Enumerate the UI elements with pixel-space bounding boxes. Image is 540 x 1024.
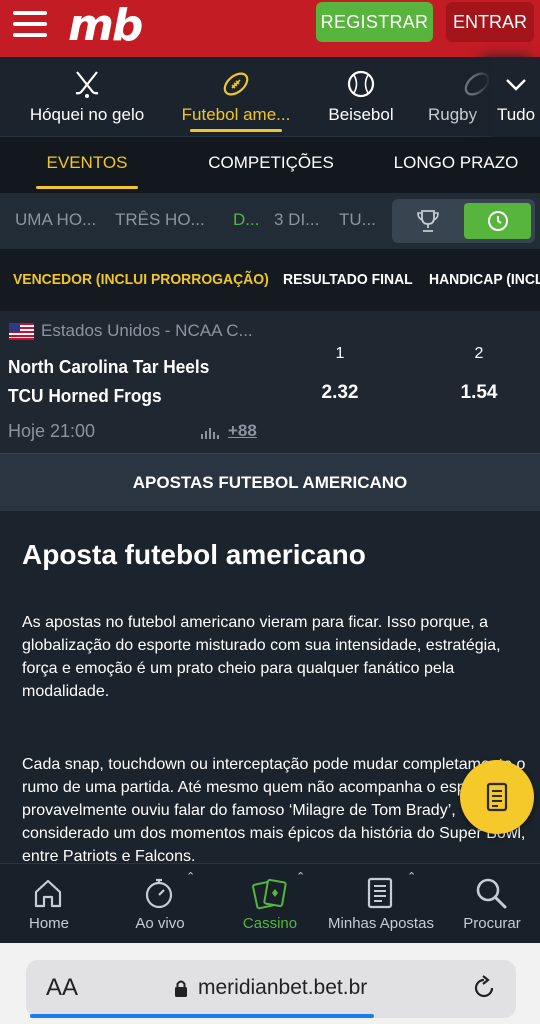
logo[interactable]: mb <box>68 0 143 51</box>
hockey-sticks-icon <box>75 71 99 98</box>
home-icon <box>34 879 62 908</box>
time-filter-one-hour[interactable]: UMA HO... <box>15 193 96 249</box>
text-size-button[interactable]: AA <box>46 974 78 1002</box>
sport-label: Futebol ame... <box>181 105 291 124</box>
all-sports-label: Tudo <box>496 105 536 124</box>
market-tab-final-result[interactable]: RESULTADO FINAL <box>283 249 413 311</box>
more-markets-link[interactable]: +88 <box>228 421 257 441</box>
top-header: mb REGISTRAR ENTRAR <box>0 0 540 57</box>
browser-bar: AA meridianbet.bet.br <box>0 943 540 1024</box>
sport-label: Beisebol <box>328 105 394 124</box>
league-name: Estados Unidos - NCAA C... <box>41 321 253 340</box>
section-title-bar[interactable]: APOSTAS FUTEBOL AMERICANO <box>0 453 540 511</box>
address-bar[interactable]: AA meridianbet.bet.br <box>26 960 516 1018</box>
market-tab-handicap[interactable]: HANDICAP (INCL <box>429 249 540 311</box>
reload-icon[interactable] <box>470 974 498 1002</box>
menu-icon[interactable] <box>13 11 47 37</box>
rugby-ball-icon <box>464 72 490 96</box>
odds-button-away[interactable]: 1.54 <box>439 382 519 404</box>
expand-caret-icon: ⌃ <box>407 871 417 883</box>
sport-label: Hóquei no gelo <box>29 105 145 124</box>
article-heading: Aposta futebol americano <box>22 539 366 570</box>
login-button[interactable]: ENTRAR <box>446 2 534 42</box>
nav-item-my-bets[interactable]: ⌃ Minhas Apostas <box>327 864 435 944</box>
clock-icon <box>487 211 508 231</box>
document-icon <box>486 782 508 812</box>
match-card[interactable]: Estados Unidos - NCAA C... North Carolin… <box>0 311 540 453</box>
away-team: TCU Horned Frogs <box>8 386 162 406</box>
betslip-fab[interactable] <box>460 760 534 834</box>
stats-icon[interactable] <box>201 425 221 439</box>
time-filter-all[interactable]: TU... <box>339 193 376 249</box>
article-paragraph: Cada snap, touchdown ou interceptação po… <box>22 756 526 863</box>
search-icon <box>476 878 507 909</box>
sport-item-rugby[interactable]: Rugby <box>424 57 490 137</box>
tab-label: EVENTOS <box>46 153 128 172</box>
time-view-button[interactable] <box>464 203 531 239</box>
event-tabs: EVENTOS COMPETIÇÕES LONGO PRAZO <box>0 137 540 193</box>
home-team: North Carolina Tar Heels <box>8 357 210 377</box>
tab-events[interactable]: EVENTOS <box>36 137 138 193</box>
active-indicator <box>36 186 138 189</box>
nav-item-home[interactable]: Home <box>0 864 103 944</box>
nav-label: Home <box>28 915 69 932</box>
tab-label: COMPETIÇÕES <box>208 153 334 172</box>
odds-header-home: 1 <box>335 345 345 362</box>
active-indicator <box>190 129 282 132</box>
market-tab-winner[interactable]: VENCEDOR (INCLUI PRORROGAÇÃO) <box>13 249 269 311</box>
article-content: Aposta futebol americano As apostas no f… <box>0 511 540 863</box>
betslip-icon <box>367 877 393 909</box>
tab-label: LONGO PRAZO <box>393 153 519 172</box>
cards-icon <box>252 878 287 910</box>
nav-item-search[interactable]: Procurar <box>438 864 540 944</box>
url-text[interactable]: meridianbet.bet.br <box>198 976 367 1000</box>
sports-nav: Hóquei no gelo Futebol ame... Beisebol R… <box>0 57 540 137</box>
sport-label: Rugby <box>428 105 478 124</box>
sport-item-baseball[interactable]: Beisebol <box>318 57 404 137</box>
nav-label: Procurar <box>463 915 521 932</box>
bottom-nav: Home ⌃ Ao vivo ⌃ Cassino ⌃ Minhas Aposta… <box>0 863 540 943</box>
odds-header-away: 2 <box>474 345 484 362</box>
nav-label: Cassino <box>242 915 298 932</box>
nav-item-live[interactable]: ⌃ Ao vivo <box>106 864 214 944</box>
expand-caret-icon: ⌃ <box>186 871 196 883</box>
competition-view-button[interactable] <box>392 199 464 243</box>
american-football-icon <box>223 72 249 96</box>
nav-label: Ao vivo <box>135 915 185 932</box>
page-load-progress <box>30 1014 374 1018</box>
us-flag-icon <box>9 323 34 340</box>
all-sports-button[interactable]: Tudo <box>492 57 540 137</box>
register-button[interactable]: REGISTRAR <box>316 2 433 42</box>
sport-item-american-football[interactable]: Futebol ame... <box>170 57 302 137</box>
baseball-icon <box>347 70 375 98</box>
match-time: Hoje 21:00 <box>8 421 96 441</box>
odds-button-home[interactable]: 2.32 <box>300 382 380 404</box>
nav-label: Minhas Apostas <box>328 915 434 932</box>
sport-item-hockey[interactable]: Hóquei no gelo <box>22 57 152 137</box>
time-filter-bar: UMA HO... TRÊS HO... D... 3 DI... TU... <box>0 193 540 249</box>
chevron-down-icon <box>506 79 526 91</box>
time-filter-three-hours[interactable]: TRÊS HO... <box>115 193 205 249</box>
article-paragraph: As apostas no futebol americano vieram p… <box>22 614 501 700</box>
time-filter-three-days[interactable]: 3 DI... <box>274 193 319 249</box>
stopwatch-icon <box>145 878 173 909</box>
view-toggle <box>392 199 535 243</box>
market-tabs: VENCEDOR (INCLUI PRORROGAÇÃO) RESULTADO … <box>0 249 540 311</box>
tab-competitions[interactable]: COMPETIÇÕES <box>200 137 342 193</box>
tab-long-term[interactable]: LONGO PRAZO <box>386 137 526 193</box>
lock-icon <box>175 980 187 997</box>
trophy-icon <box>417 210 439 232</box>
expand-caret-icon: ⌃ <box>296 871 306 883</box>
time-filter-day[interactable]: D... <box>233 193 259 249</box>
nav-item-casino[interactable]: ⌃ Cassino <box>216 864 324 944</box>
